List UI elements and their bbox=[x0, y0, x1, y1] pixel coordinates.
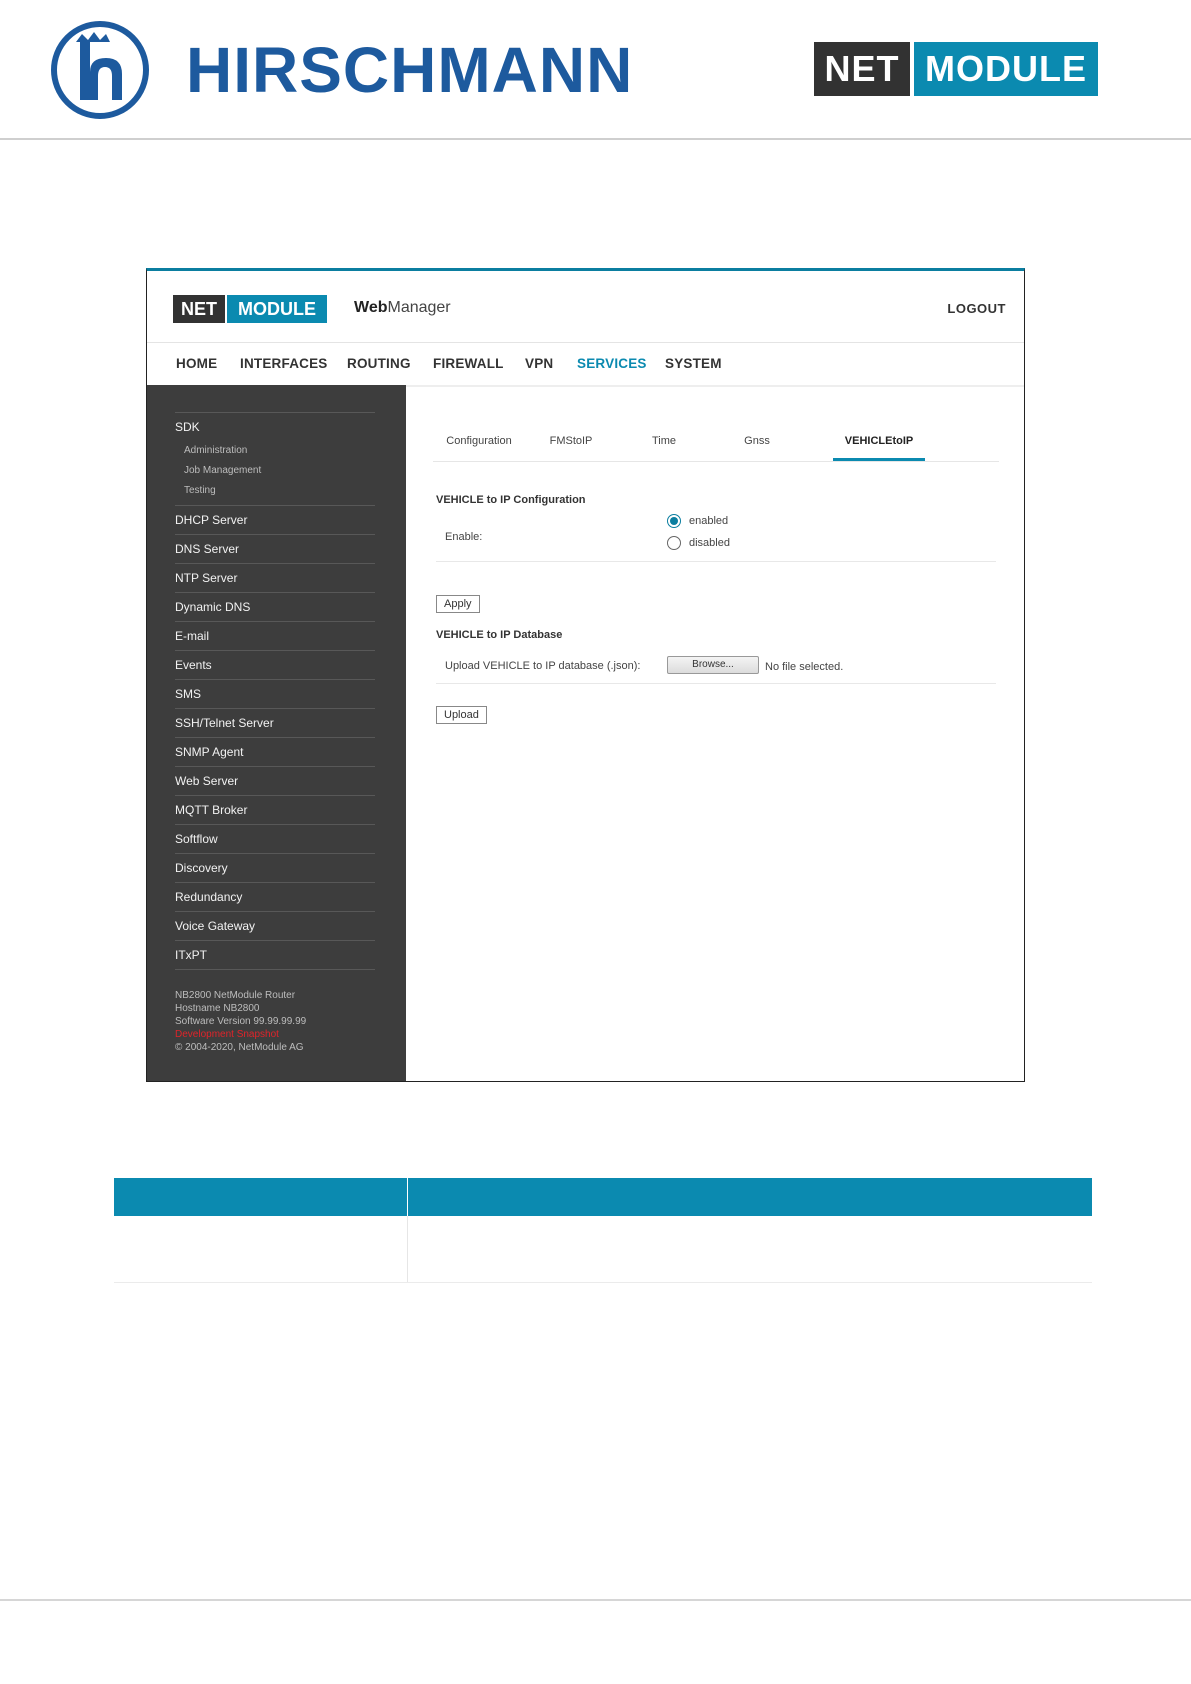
tab-fmstoip[interactable]: FMStoIP bbox=[525, 435, 617, 447]
sidebar-item-dynamic-dns[interactable]: Dynamic DNS bbox=[175, 592, 375, 621]
sidebar-item-itxpt[interactable]: ITxPT bbox=[175, 940, 375, 970]
services-sidebar: SDK Administration Job Management Testin… bbox=[147, 385, 406, 1081]
webmanager-logo-net: NET bbox=[173, 295, 225, 323]
logout-link[interactable]: LOGOUT bbox=[947, 301, 1006, 316]
database-separator bbox=[436, 683, 996, 684]
sidebar-item-sms[interactable]: SMS bbox=[175, 679, 375, 708]
nav-home[interactable]: HOME bbox=[176, 356, 217, 371]
tab-configuration[interactable]: Configuration bbox=[433, 435, 525, 447]
sidebar-item-softflow[interactable]: Softflow bbox=[175, 824, 375, 853]
sidebar-item-ssh-telnet[interactable]: SSH/Telnet Server bbox=[175, 708, 375, 737]
radio-disabled-label: disabled bbox=[689, 537, 730, 549]
device-info: NB2800 NetModule Router Hostname NB2800 … bbox=[175, 989, 306, 1054]
nav-system[interactable]: SYSTEM bbox=[665, 356, 722, 371]
table-header-parameter bbox=[114, 1178, 407, 1216]
nav-vpn[interactable]: VPN bbox=[525, 356, 553, 371]
table-header-description bbox=[408, 1178, 1092, 1216]
webmanager-title-bold: Web bbox=[354, 299, 388, 316]
webmanager-title: WebManager bbox=[354, 299, 451, 317]
active-tab-indicator bbox=[833, 458, 925, 461]
sidebar-item-email[interactable]: E-mail bbox=[175, 621, 375, 650]
sidebar-subitem-administration[interactable]: Administration bbox=[175, 441, 375, 461]
netmodule-logo: NET MODULE bbox=[814, 42, 1098, 96]
main-content: Configuration FMStoIP Time Gnss VEHICLEt… bbox=[406, 385, 1024, 1081]
sidebar-item-ntp-server[interactable]: NTP Server bbox=[175, 563, 375, 592]
netmodule-logo-module: MODULE bbox=[914, 42, 1098, 96]
webmanager-title-rest: Manager bbox=[387, 299, 451, 316]
sidebar-item-dhcp-server[interactable]: DHCP Server bbox=[175, 505, 375, 534]
radio-enabled-label: enabled bbox=[689, 515, 729, 527]
hirschmann-wordmark: HIRSCHMANN bbox=[186, 34, 634, 106]
no-file-selected-text: No file selected. bbox=[765, 661, 844, 673]
upload-database-label: Upload VEHICLE to IP database (.json): bbox=[445, 660, 641, 672]
device-hostname: Hostname NB2800 bbox=[175, 1003, 260, 1014]
sidebar-subitem-testing[interactable]: Testing bbox=[175, 481, 375, 501]
netmodule-logo-net: NET bbox=[814, 42, 910, 96]
sidebar-item-mqtt-broker[interactable]: MQTT Broker bbox=[175, 795, 375, 824]
table-column-divider bbox=[407, 1216, 408, 1282]
copyright: © 2004-2020, NetModule AG bbox=[175, 1042, 304, 1053]
tab-vehicletoip[interactable]: VEHICLEtoIP bbox=[833, 435, 925, 447]
radio-enabled-icon[interactable] bbox=[667, 514, 681, 528]
top-navigation: HOME INTERFACES ROUTING FIREWALL VPN SER… bbox=[147, 343, 1024, 387]
sidebar-item-voice-gateway[interactable]: Voice Gateway bbox=[175, 911, 375, 940]
nav-firewall[interactable]: FIREWALL bbox=[433, 356, 504, 371]
nav-interfaces[interactable]: INTERFACES bbox=[240, 356, 328, 371]
document-header: HIRSCHMANN NET MODULE bbox=[0, 0, 1191, 140]
browse-button[interactable]: Browse... bbox=[667, 656, 759, 674]
sidebar-item-dns-server[interactable]: DNS Server bbox=[175, 534, 375, 563]
sidebar-item-discovery[interactable]: Discovery bbox=[175, 853, 375, 882]
radio-disabled-icon[interactable] bbox=[667, 536, 681, 550]
services-tabs: Configuration FMStoIP Time Gnss VEHICLEt… bbox=[433, 425, 999, 462]
device-model: NB2800 NetModule Router bbox=[175, 990, 296, 1001]
tab-gnss[interactable]: Gnss bbox=[711, 435, 803, 447]
sidebar-item-events[interactable]: Events bbox=[175, 650, 375, 679]
hirschmann-logo-icon bbox=[51, 21, 149, 119]
parameter-table bbox=[114, 1178, 1092, 1283]
sidebar-subitem-job-management[interactable]: Job Management bbox=[175, 461, 375, 481]
webmanager-logo[interactable]: NET MODULE bbox=[173, 295, 327, 323]
config-section-title: VEHICLE to IP Configuration bbox=[436, 494, 586, 506]
radio-disabled[interactable]: disabled bbox=[667, 536, 730, 550]
footer-divider bbox=[0, 1599, 1191, 1601]
nav-services[interactable]: SERVICES bbox=[577, 356, 647, 371]
sidebar-menu: SDK Administration Job Management Testin… bbox=[175, 412, 375, 970]
nav-routing[interactable]: ROUTING bbox=[347, 356, 411, 371]
config-separator bbox=[436, 561, 996, 562]
radio-enabled[interactable]: enabled bbox=[667, 514, 728, 528]
upload-button[interactable]: Upload bbox=[436, 706, 487, 724]
sidebar-item-redundancy[interactable]: Redundancy bbox=[175, 882, 375, 911]
enable-label: Enable: bbox=[445, 531, 483, 543]
table-bottom-border bbox=[114, 1282, 1092, 1283]
database-section-title: VEHICLE to IP Database bbox=[436, 629, 563, 641]
snapshot-notice: Development Snapshot bbox=[175, 1029, 279, 1040]
software-version: Software Version 99.99.99.99 bbox=[175, 1016, 307, 1027]
sidebar-item-snmp-agent[interactable]: SNMP Agent bbox=[175, 737, 375, 766]
sidebar-item-sdk[interactable]: SDK bbox=[175, 412, 375, 441]
tab-time[interactable]: Time bbox=[618, 435, 710, 447]
webmanager-logo-module: MODULE bbox=[227, 295, 327, 323]
apply-button[interactable]: Apply bbox=[436, 595, 480, 613]
sidebar-item-web-server[interactable]: Web Server bbox=[175, 766, 375, 795]
webmanager-header: NET MODULE WebManager LOGOUT bbox=[147, 271, 1024, 343]
webmanager-window: NET MODULE WebManager LOGOUT HOME INTERF… bbox=[146, 268, 1025, 1082]
